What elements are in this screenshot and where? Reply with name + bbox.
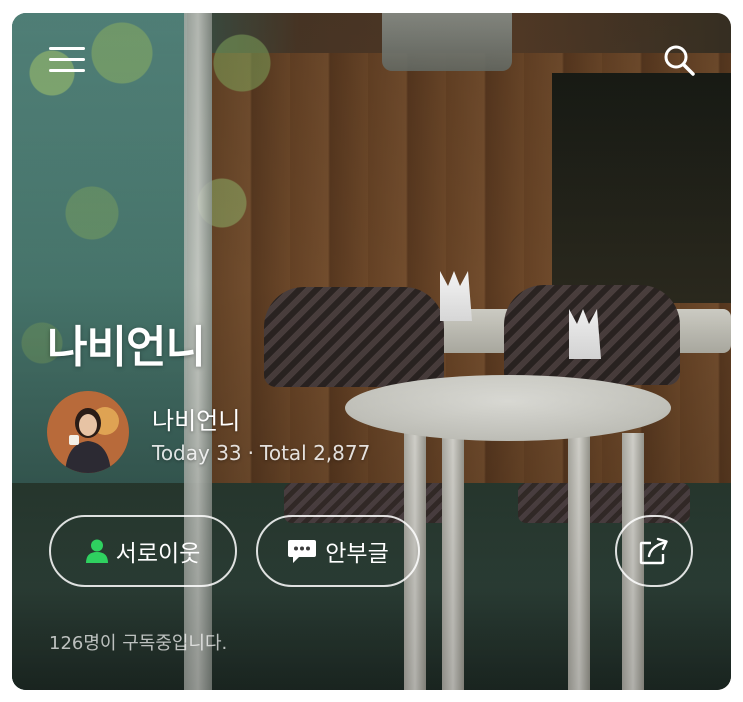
share-button[interactable] bbox=[615, 515, 693, 587]
blog-title: 나비언니 bbox=[47, 322, 206, 373]
share-icon bbox=[639, 537, 669, 565]
total-count: Total 2,877 bbox=[260, 441, 371, 465]
person-icon bbox=[85, 539, 108, 563]
search-icon[interactable] bbox=[662, 43, 696, 77]
add-neighbor-button[interactable]: 서로이웃 bbox=[49, 515, 237, 587]
blog-cover: 나비언니 나비언니 Today 33 · Total 2,877 서로이웃 안부… bbox=[12, 13, 731, 690]
separator: · bbox=[247, 441, 255, 465]
subscriber-count: 126명이 구독중입니다. bbox=[49, 633, 228, 654]
guestbook-button[interactable]: 안부글 bbox=[256, 515, 420, 587]
visitor-count: Today 33 · Total 2,877 bbox=[152, 441, 370, 465]
avatar[interactable] bbox=[47, 391, 129, 473]
guestbook-label: 안부글 bbox=[325, 541, 389, 567]
hamburger-menu-icon[interactable] bbox=[49, 47, 85, 73]
add-neighbor-label: 서로이웃 bbox=[115, 541, 201, 567]
today-count: Today 33 bbox=[152, 441, 242, 465]
speech-bubble-icon bbox=[287, 538, 317, 564]
nickname[interactable]: 나비언니 bbox=[152, 401, 240, 436]
